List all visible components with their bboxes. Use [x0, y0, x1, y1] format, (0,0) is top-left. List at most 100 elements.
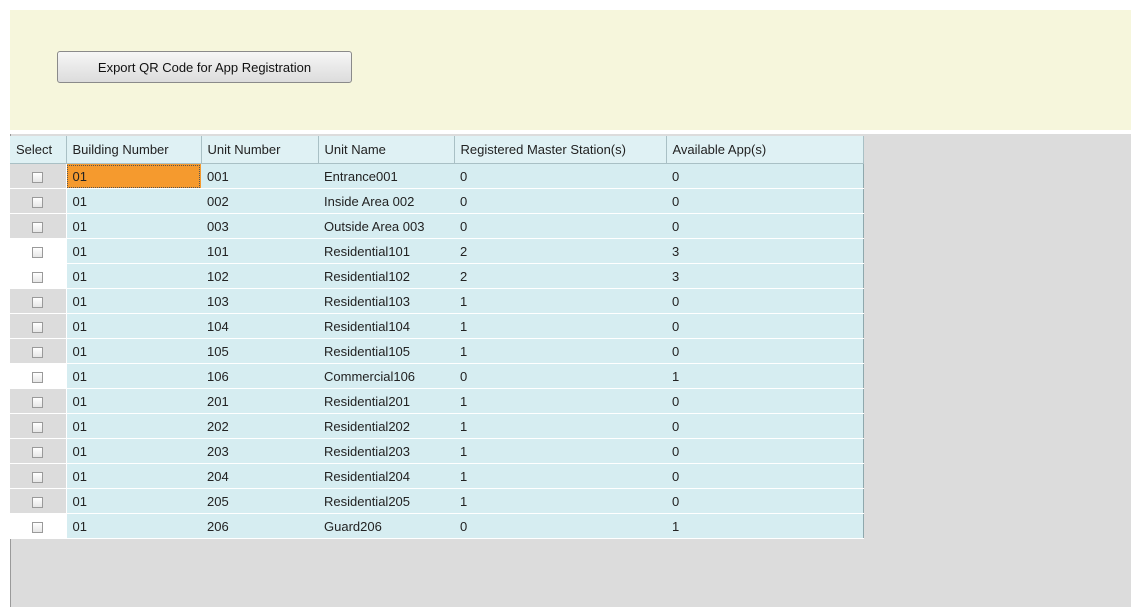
select-checkbox[interactable]	[32, 346, 44, 358]
unit-number-cell[interactable]: 104	[201, 313, 318, 339]
column-header-available-apps[interactable]: Available App(s)	[666, 136, 864, 164]
registered-master-stations-cell[interactable]: 2	[454, 238, 666, 264]
select-checkbox[interactable]	[32, 321, 44, 333]
unit-number-cell[interactable]: 203	[201, 438, 318, 464]
building-number-cell[interactable]: 01	[66, 413, 201, 439]
table-row[interactable]: 01 205 Residential205 1 0	[10, 488, 863, 514]
table-row[interactable]: 01 103 Residential103 1 0	[10, 288, 863, 314]
unit-name-cell[interactable]: Outside Area 003	[318, 213, 454, 239]
unit-name-cell[interactable]: Residential202	[318, 413, 454, 439]
unit-number-cell[interactable]: 101	[201, 238, 318, 264]
table-row[interactable]: 01 003 Outside Area 003 0 0	[10, 213, 863, 239]
unit-number-cell[interactable]: 105	[201, 338, 318, 364]
column-header-registered-master-stations[interactable]: Registered Master Station(s)	[454, 136, 667, 164]
available-apps-cell[interactable]: 0	[666, 413, 863, 439]
unit-name-cell[interactable]: Commercial106	[318, 363, 454, 389]
unit-number-cell[interactable]: 201	[201, 388, 318, 414]
unit-name-cell[interactable]: Residential205	[318, 488, 454, 514]
available-apps-cell[interactable]: 0	[666, 488, 863, 514]
select-checkbox[interactable]	[32, 246, 44, 258]
building-number-cell[interactable]: 01	[66, 163, 201, 189]
select-checkbox[interactable]	[32, 446, 44, 458]
unit-name-cell[interactable]: Entrance001	[318, 163, 454, 189]
unit-number-cell[interactable]: 206	[201, 513, 318, 539]
select-checkbox[interactable]	[32, 196, 44, 208]
table-row[interactable]: 01 201 Residential201 1 0	[10, 388, 863, 414]
registered-master-stations-cell[interactable]: 0	[454, 213, 666, 239]
registered-master-stations-cell[interactable]: 0	[454, 513, 666, 539]
building-number-cell[interactable]: 01	[66, 438, 201, 464]
available-apps-cell[interactable]: 1	[666, 513, 863, 539]
building-number-cell[interactable]: 01	[66, 488, 201, 514]
unit-number-cell[interactable]: 001	[201, 163, 318, 189]
building-number-cell[interactable]: 01	[66, 288, 201, 314]
available-apps-cell[interactable]: 0	[666, 163, 863, 189]
unit-number-cell[interactable]: 002	[201, 188, 318, 214]
table-row[interactable]: 01 105 Residential105 1 0	[10, 338, 863, 364]
export-qr-code-button[interactable]: Export QR Code for App Registration	[57, 51, 352, 83]
unit-name-cell[interactable]: Guard206	[318, 513, 454, 539]
building-number-cell[interactable]: 01	[66, 513, 201, 539]
available-apps-cell[interactable]: 0	[666, 313, 863, 339]
registered-master-stations-cell[interactable]: 1	[454, 463, 666, 489]
building-number-cell[interactable]: 01	[66, 463, 201, 489]
registered-master-stations-cell[interactable]: 0	[454, 163, 666, 189]
unit-number-cell[interactable]: 102	[201, 263, 318, 289]
unit-name-cell[interactable]: Residential204	[318, 463, 454, 489]
building-number-cell[interactable]: 01	[66, 213, 201, 239]
unit-number-cell[interactable]: 205	[201, 488, 318, 514]
registered-master-stations-cell[interactable]: 0	[454, 363, 666, 389]
available-apps-cell[interactable]: 0	[666, 388, 863, 414]
select-checkbox[interactable]	[32, 396, 44, 408]
table-row[interactable]: 01 002 Inside Area 002 0 0	[10, 188, 863, 214]
table-row[interactable]: 01 101 Residential101 2 3	[10, 238, 863, 264]
unit-name-cell[interactable]: Residential102	[318, 263, 454, 289]
table-row[interactable]: 01 206 Guard206 0 1	[10, 513, 863, 539]
registered-master-stations-cell[interactable]: 1	[454, 338, 666, 364]
unit-number-cell[interactable]: 204	[201, 463, 318, 489]
building-number-cell[interactable]: 01	[66, 388, 201, 414]
registered-master-stations-cell[interactable]: 1	[454, 388, 666, 414]
select-checkbox[interactable]	[32, 296, 44, 308]
column-header-select[interactable]: Select	[10, 136, 67, 164]
available-apps-cell[interactable]: 3	[666, 263, 863, 289]
select-checkbox[interactable]	[32, 171, 44, 183]
registered-master-stations-cell[interactable]: 1	[454, 313, 666, 339]
registered-master-stations-cell[interactable]: 1	[454, 288, 666, 314]
table-row[interactable]: 01 204 Residential204 1 0	[10, 463, 863, 489]
registered-master-stations-cell[interactable]: 1	[454, 438, 666, 464]
building-number-cell[interactable]: 01	[66, 188, 201, 214]
building-number-cell[interactable]: 01	[66, 263, 201, 289]
select-checkbox[interactable]	[32, 371, 44, 383]
column-header-unit-name[interactable]: Unit Name	[318, 136, 455, 164]
column-header-unit-number[interactable]: Unit Number	[201, 136, 319, 164]
table-row[interactable]: 01 202 Residential202 1 0	[10, 413, 863, 439]
unit-name-cell[interactable]: Residential105	[318, 338, 454, 364]
table-row[interactable]: 01 001 Entrance001 0 0	[10, 163, 863, 189]
unit-number-cell[interactable]: 003	[201, 213, 318, 239]
table-row[interactable]: 01 203 Residential203 1 0	[10, 438, 863, 464]
available-apps-cell[interactable]: 0	[666, 463, 863, 489]
unit-number-cell[interactable]: 106	[201, 363, 318, 389]
column-header-building-number[interactable]: Building Number	[66, 136, 202, 164]
select-checkbox[interactable]	[32, 221, 44, 233]
select-checkbox[interactable]	[32, 496, 44, 508]
unit-number-cell[interactable]: 202	[201, 413, 318, 439]
unit-name-cell[interactable]: Residential101	[318, 238, 454, 264]
unit-name-cell[interactable]: Residential104	[318, 313, 454, 339]
table-row[interactable]: 01 106 Commercial106 0 1	[10, 363, 863, 389]
unit-name-cell[interactable]: Residential103	[318, 288, 454, 314]
registered-master-stations-cell[interactable]: 1	[454, 413, 666, 439]
select-checkbox[interactable]	[32, 471, 44, 483]
table-row[interactable]: 01 102 Residential102 2 3	[10, 263, 863, 289]
available-apps-cell[interactable]: 0	[666, 338, 863, 364]
available-apps-cell[interactable]: 0	[666, 288, 863, 314]
available-apps-cell[interactable]: 1	[666, 363, 863, 389]
registered-master-stations-cell[interactable]: 2	[454, 263, 666, 289]
building-number-cell[interactable]: 01	[66, 338, 201, 364]
available-apps-cell[interactable]: 0	[666, 438, 863, 464]
building-number-cell[interactable]: 01	[66, 363, 201, 389]
select-checkbox[interactable]	[32, 421, 44, 433]
unit-name-cell[interactable]: Residential203	[318, 438, 454, 464]
select-checkbox[interactable]	[32, 521, 44, 533]
